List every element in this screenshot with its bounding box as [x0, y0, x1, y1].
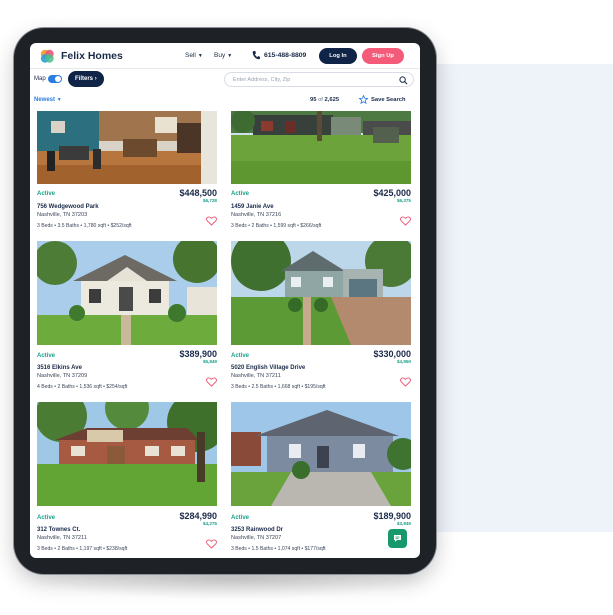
phone-icon [252, 51, 260, 60]
listing-card[interactable]: Active $389,900 $5,849 3516 Elkins Ave N… [37, 241, 217, 393]
heart-icon[interactable] [400, 216, 411, 226]
filters-button[interactable]: Filters › [68, 71, 104, 87]
listing-card[interactable]: Active $284,990 $4,275 312 Townes Ct. Na… [37, 402, 217, 554]
listing-city: Nashville, TN 37216 [231, 212, 282, 218]
results-total: 2,625 [324, 97, 340, 103]
results-count: 95 of 2,625 [310, 97, 339, 103]
listing-card[interactable]: Active $448,500 $6,728 756 Wedgewood Par… [37, 111, 217, 235]
listing-city: Nashville, TN 37211 [37, 535, 87, 541]
listing-price: $448,500 [179, 188, 217, 198]
top-navbar: Felix Homes Sell ▼ Buy ▼ 615-488-8809 Log … [30, 43, 420, 69]
listing-city: Nashville, TN 37211 [231, 373, 281, 379]
listing-estimate: $6,728 [202, 198, 217, 203]
listing-address[interactable]: 756 Wedgewood Park [37, 204, 99, 210]
heart-icon[interactable] [206, 539, 217, 549]
listing-address[interactable]: 5020 English Village Drive [231, 365, 305, 371]
app-screen: Felix Homes Sell ▼ Buy ▼ 615-488-8809 Log … [30, 43, 420, 558]
listing-price: $189,900 [373, 511, 411, 521]
heart-icon[interactable] [400, 377, 411, 387]
listing-city: Nashville, TN 37207 [231, 535, 282, 541]
listing-price: $425,000 [373, 188, 411, 198]
listing-price: $389,900 [179, 349, 217, 359]
listing-status: Active [37, 353, 56, 359]
login-button[interactable]: Log In [319, 48, 357, 64]
listing-card[interactable]: Active $425,000 $6,375 1459 Janie Ave Na… [231, 111, 411, 235]
listing-city: Nashville, TN 37209 [37, 373, 88, 379]
listing-status: Active [37, 191, 56, 197]
listing-estimate: $3,849 [396, 521, 411, 526]
map-toggle-switch[interactable] [48, 75, 62, 83]
chevron-down-icon: ▼ [56, 97, 62, 103]
listing-facts: 3 Beds • 2 Baths • 1,197 sqft • $238/sqf… [37, 546, 128, 552]
listing-photo[interactable] [37, 241, 217, 345]
nav-sell-label: Sell [185, 52, 196, 59]
sort-label: Newest [34, 97, 56, 103]
chevron-down-icon: ▼ [197, 53, 203, 59]
listing-photo[interactable] [231, 402, 411, 506]
logo-icon[interactable] [39, 48, 55, 64]
results-of: of [318, 97, 323, 103]
listing-facts: 3 Beds • 2 Baths • 1,599 sqft • $266/sqf… [231, 223, 322, 229]
map-toggle-label: Map [34, 76, 46, 82]
search-icon[interactable] [399, 75, 408, 85]
listing-card[interactable]: Active $189,900 $3,849 3253 Rainwood Dr … [231, 402, 411, 554]
listing-facts: 4 Beds • 2 Baths • 1,536 sqft • $254/sqf… [37, 384, 128, 390]
chat-icon [394, 535, 401, 542]
listing-status: Active [231, 353, 250, 359]
listing-photo[interactable] [37, 402, 217, 506]
listing-estimate: $5,849 [202, 359, 217, 364]
listing-facts: 3 Beds • 3.5 Baths • 1,780 sqft • $252/s… [37, 223, 132, 229]
background-panel [432, 64, 613, 532]
phone-number-link[interactable]: 615-488-8809 [264, 52, 306, 59]
listing-status: Active [231, 191, 250, 197]
listing-status: Active [231, 515, 250, 521]
listing-price: $330,000 [373, 349, 411, 359]
signup-button[interactable]: Sign Up [362, 48, 404, 64]
listing-address[interactable]: 3253 Rainwood Dr [231, 527, 283, 533]
chat-button[interactable] [388, 529, 407, 548]
results-shown: 95 [310, 97, 317, 103]
listing-address[interactable]: 3516 Elkins Ave [37, 365, 82, 371]
nav-buy-label: Buy [214, 52, 226, 59]
listing-card[interactable]: Active $330,000 $4,950 5020 English Vill… [231, 241, 411, 393]
heart-icon[interactable] [206, 377, 217, 387]
listing-facts: 3 Beds • 2.5 Baths • 1,668 sqft • $195/s… [231, 384, 326, 390]
listing-photo[interactable] [37, 111, 217, 184]
listing-estimate: $4,275 [202, 521, 217, 526]
listing-address[interactable]: 1459 Janie Ave [231, 204, 274, 210]
listing-status: Active [37, 515, 56, 521]
star-icon[interactable] [359, 95, 368, 104]
listing-photo[interactable] [231, 111, 411, 184]
search-input[interactable]: Enter Address, City, Zip [224, 72, 414, 87]
listing-estimate: $6,375 [396, 198, 411, 203]
nav-sell-menu[interactable]: Sell ▼ [185, 52, 203, 59]
sort-dropdown[interactable]: Newest ▼ [34, 97, 62, 103]
brand-name[interactable]: Felix Homes [61, 50, 123, 62]
marketing-stage: Felix Homes Sell ▼ Buy ▼ 615-488-8809 Log … [0, 0, 613, 615]
chevron-right-icon: › [94, 76, 97, 82]
listing-city: Nashville, TN 37203 [37, 212, 88, 218]
listing-price: $284,990 [179, 511, 217, 521]
heart-icon[interactable] [206, 216, 217, 226]
chevron-down-icon: ▼ [227, 53, 233, 59]
nav-buy-menu[interactable]: Buy ▼ [214, 52, 232, 59]
save-search-button[interactable]: Save Search [371, 97, 405, 103]
search-placeholder: Enter Address, City, Zip [233, 76, 291, 83]
listing-estimate: $4,950 [396, 359, 411, 364]
listing-address[interactable]: 312 Townes Ct. [37, 527, 80, 533]
listing-facts: 3 Beds • 1.5 Baths • 1,074 sqft • $177/s… [231, 546, 326, 552]
listing-photo[interactable] [231, 241, 411, 345]
filters-label: Filters [75, 76, 94, 82]
